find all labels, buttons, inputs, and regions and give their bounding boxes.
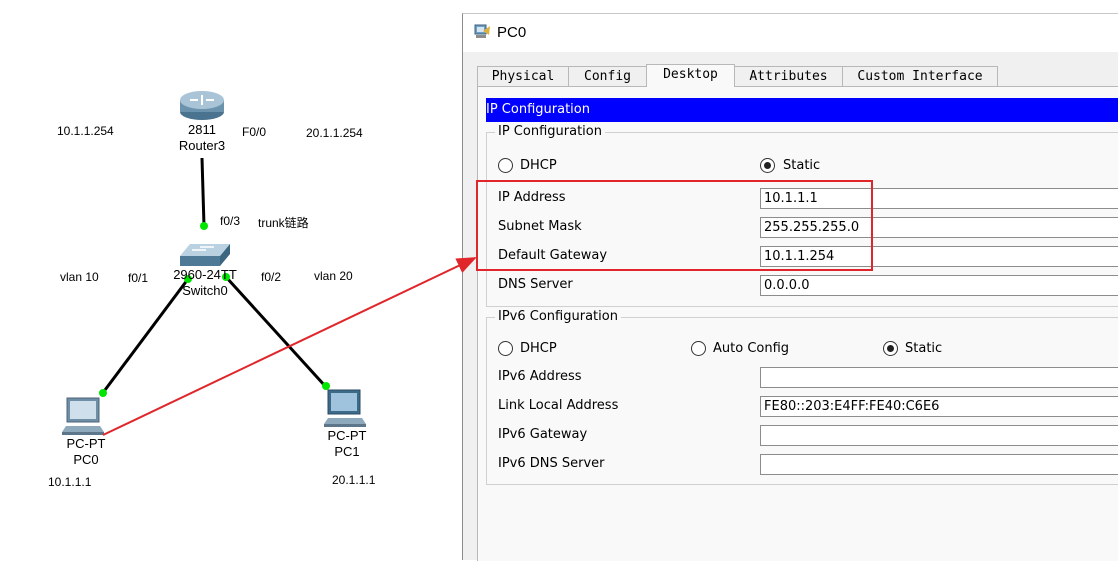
- switch-uplink-port-label: f0/3: [220, 214, 241, 228]
- port-dot-pc1: [322, 382, 330, 390]
- tab-physical[interactable]: Physical: [477, 66, 569, 86]
- default-gateway-input[interactable]: 10.1.1.254: [760, 246, 1118, 267]
- pc1-ip-label: 20.1.1.1: [332, 473, 376, 487]
- vlan-left-label: vlan 10: [60, 270, 99, 284]
- ipv4-dhcp-radio[interactable]: [498, 158, 513, 173]
- default-gateway-label: Default Gateway: [498, 248, 608, 263]
- vlan-right-label: vlan 20: [314, 269, 353, 283]
- pc1-icon[interactable]: [324, 389, 366, 427]
- pc1-name: PC1: [334, 444, 360, 459]
- trunk-label: trunk链路: [258, 216, 309, 230]
- pc0-label: PC-PT PC0: [56, 436, 116, 468]
- link-local-address-label: Link Local Address: [498, 398, 619, 413]
- ipv4-config-group: IP Configuration DHCP Static IP Address …: [486, 124, 1118, 307]
- ipv4-static-radio[interactable]: [760, 158, 775, 173]
- port-dot-pc0: [99, 389, 107, 397]
- ipv6-dhcp-label[interactable]: DHCP: [520, 341, 557, 356]
- pc0-icon[interactable]: [62, 397, 104, 435]
- ipv6-gateway-input[interactable]: [760, 425, 1118, 446]
- ipv6-address-input[interactable]: [760, 367, 1118, 388]
- ipv4-static-label[interactable]: Static: [783, 158, 820, 173]
- window-titlebar[interactable]: PC0: [463, 14, 1118, 52]
- port-left-label: f0/1: [128, 271, 149, 285]
- router-model: 2811: [188, 122, 216, 137]
- pc1-label: PC-PT PC1: [317, 428, 377, 460]
- packet-tracer-icon: [474, 24, 490, 38]
- switch-label: 2960-24TT Switch0: [160, 267, 250, 299]
- ipv6-static-label[interactable]: Static: [905, 341, 942, 356]
- pc0-model: PC-PT: [66, 436, 106, 451]
- port-dot-f0-3-lower: [200, 222, 208, 230]
- ip-address-input[interactable]: 10.1.1.1: [760, 188, 1118, 209]
- ipv6-group-title: IPv6 Configuration: [495, 309, 621, 324]
- pc0-name: PC0: [73, 452, 99, 467]
- tab-desktop[interactable]: Desktop: [646, 64, 735, 87]
- ip-configuration-banner: IP Configuration: [486, 98, 1118, 122]
- router-icon[interactable]: [180, 91, 224, 120]
- ipv4-group-title: IP Configuration: [495, 124, 605, 139]
- switch-name: Switch0: [182, 283, 228, 298]
- ipv6-auto-config-label[interactable]: Auto Config: [713, 341, 789, 356]
- link-router-switch: [200, 157, 206, 227]
- ipv4-dhcp-label[interactable]: DHCP: [520, 158, 557, 173]
- switch-icon[interactable]: [180, 244, 230, 266]
- window-title: PC0: [497, 24, 527, 41]
- dns-server-label: DNS Server: [498, 277, 573, 292]
- ipv6-config-group: IPv6 Configuration DHCP Auto Config Stat…: [486, 309, 1118, 485]
- topology-canvas[interactable]: 2811 Router3 10.1.1.254 F0/0 20.1.1.254 …: [0, 0, 462, 560]
- ipv6-address-label: IPv6 Address: [498, 369, 582, 384]
- tab-config[interactable]: Config: [568, 66, 647, 86]
- dns-server-input[interactable]: 0.0.0.0: [760, 275, 1118, 296]
- ip-address-label: IP Address: [498, 190, 566, 205]
- port-right-label: f0/2: [261, 270, 282, 284]
- ipv6-gateway-label: IPv6 Gateway: [498, 427, 588, 442]
- subnet-mask-label: Subnet Mask: [498, 219, 582, 234]
- router-label: 2811 Router3: [172, 122, 232, 154]
- pc0-window[interactable]: PC0 Physical Config Desktop Attributes C…: [462, 13, 1118, 561]
- tab-attributes[interactable]: Attributes: [734, 66, 843, 86]
- left-subnet-label: 10.1.1.254: [57, 124, 114, 138]
- router-name: Router3: [178, 138, 226, 153]
- pc1-model: PC-PT: [327, 428, 367, 443]
- link-local-address-input[interactable]: FE80::203:E4FF:FE40:C6E6: [760, 396, 1118, 417]
- ipv6-auto-config-radio[interactable]: [691, 341, 706, 356]
- switch-model: 2960-24TT: [173, 267, 237, 282]
- pc0-ip-label: 10.1.1.1: [48, 475, 92, 489]
- desktop-tab-pane: IP Configuration IP Configuration DHCP S…: [477, 86, 1118, 561]
- ipv6-dns-server-label: IPv6 DNS Server: [498, 456, 605, 471]
- tab-custom-interface[interactable]: Custom Interface: [842, 66, 998, 86]
- ipv6-dns-server-input[interactable]: [760, 454, 1118, 475]
- subnet-mask-input[interactable]: 255.255.255.0: [760, 217, 1118, 238]
- ipv6-dhcp-radio[interactable]: [498, 341, 513, 356]
- right-subnet-label: 20.1.1.254: [306, 126, 363, 140]
- router-port-label: F0/0: [242, 125, 267, 139]
- ipv6-static-radio[interactable]: [883, 341, 898, 356]
